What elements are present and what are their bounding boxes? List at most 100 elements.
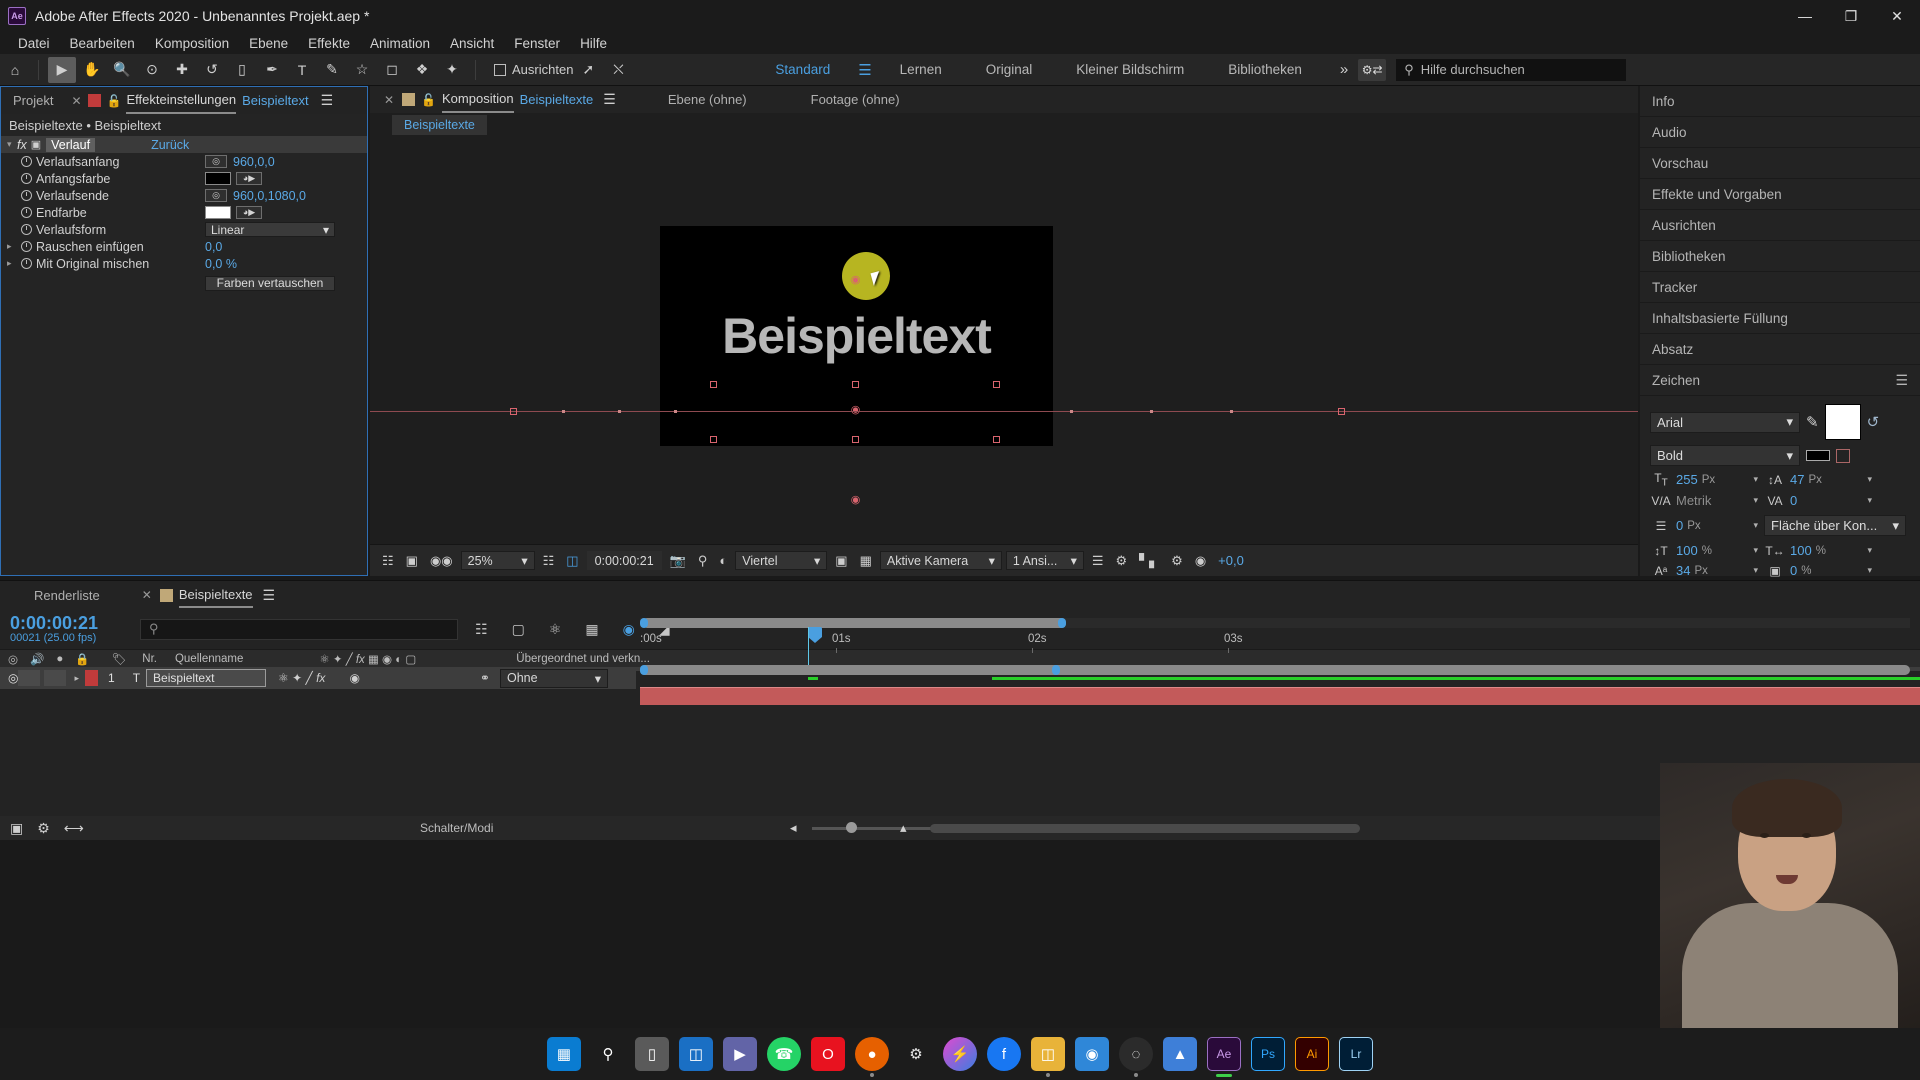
panel-menu-icon[interactable]: ☰ — [321, 92, 334, 109]
point-picker-icon[interactable]: ◎ — [205, 155, 227, 168]
stopwatch-icon[interactable] — [21, 156, 32, 167]
no-color-icon[interactable] — [1836, 448, 1850, 463]
motion-path-endpoint[interactable] — [510, 408, 517, 415]
workspace-original[interactable]: Original — [964, 58, 1055, 81]
layer-visibility-icon[interactable]: ◎ — [0, 671, 18, 685]
shape-tool-icon[interactable]: ▯ — [228, 57, 256, 83]
font-style-select[interactable]: Bold ▾ — [1650, 445, 1800, 466]
layer-expand-icon[interactable]: ▸ — [66, 673, 79, 684]
type-tool-icon[interactable]: T — [288, 57, 316, 83]
eyedropper-icon[interactable]: ◕▶ — [236, 206, 262, 219]
hand-tool-icon[interactable]: ✋ — [78, 57, 106, 83]
pixel-aspect-icon[interactable]: ☰ — [1088, 551, 1108, 571]
layer-solo-cell[interactable] — [44, 670, 67, 686]
stopwatch-icon[interactable] — [21, 173, 32, 184]
mask-feather-icon[interactable]: ⛌ — [604, 57, 632, 83]
grid-guides-icon[interactable]: ☷ — [539, 551, 559, 571]
composition-mini-flowchart-icon[interactable]: ☷ — [468, 621, 495, 638]
binoculars-icon[interactable]: ◉◉ — [426, 551, 457, 571]
camera-select[interactable]: Aktive Kamera ▾ — [879, 551, 1002, 570]
stopwatch-icon[interactable] — [21, 207, 32, 218]
eyedropper-icon[interactable]: ✎ — [1806, 413, 1819, 431]
exposure-icon[interactable]: ◉ — [1191, 551, 1210, 571]
swap-colors-icon[interactable]: ↺ — [1867, 413, 1880, 431]
parent-pickwhip-icon[interactable]: ⚭ — [360, 671, 490, 685]
illustrator-icon[interactable]: Ai — [1295, 1037, 1329, 1071]
comp-flowchart-view-icon[interactable]: ⚙ — [1167, 551, 1187, 571]
center-anchor-icon[interactable] — [850, 404, 861, 415]
brush-tool-icon[interactable]: ✎ — [318, 57, 346, 83]
workspace-lernen[interactable]: Lernen — [878, 58, 964, 81]
workspace-kleiner-bildschirm[interactable]: Kleiner Bildschirm — [1054, 58, 1206, 81]
comp-flowchart-icon[interactable]: ☷ — [378, 551, 398, 571]
fast-preview-icon[interactable]: ⚙ — [1112, 551, 1132, 571]
workspace-standard[interactable]: Standard — [753, 58, 852, 81]
selection-handle[interactable] — [852, 436, 859, 443]
messenger-icon[interactable]: ⚡ — [943, 1037, 977, 1071]
maximize-button[interactable]: ❐ — [1828, 0, 1874, 32]
panel-tracker[interactable]: Tracker — [1640, 272, 1920, 303]
pan-tool-icon[interactable]: ✚ — [168, 57, 196, 83]
chevron-down-icon[interactable]: ▾ — [1753, 545, 1758, 556]
layer-name-input[interactable]: Beispieltext — [146, 669, 267, 687]
zoom-in-icon[interactable]: ▴ — [900, 820, 907, 836]
stopwatch-icon[interactable] — [21, 258, 32, 269]
frame-blending-icon[interactable]: ▦ — [578, 621, 605, 638]
selection-handle[interactable] — [852, 381, 859, 388]
audio-icon[interactable]: 🔊 — [18, 652, 44, 666]
zoom-tool-icon[interactable]: 🔍 — [108, 57, 136, 83]
layer-clip-bar[interactable] — [640, 687, 1920, 705]
workspace-menu-icon[interactable]: ☰ — [852, 61, 877, 79]
gradient-shape-select[interactable]: Linear ▾ — [205, 222, 335, 237]
clone-stamp-icon[interactable]: ☆ — [348, 57, 376, 83]
menu-effekte[interactable]: Effekte — [298, 34, 360, 53]
chevron-down-icon[interactable]: ▾ — [1753, 565, 1758, 576]
timeline-graph-icon[interactable]: ▘▖ — [1135, 551, 1163, 571]
fill-color-swatch[interactable] — [1824, 404, 1861, 440]
effect-enable-icon[interactable]: ▣ — [31, 138, 41, 151]
chevron-down-icon[interactable]: ▾ — [1753, 495, 1758, 506]
hide-shy-layers-icon[interactable]: ⚛ — [542, 621, 569, 638]
blender-icon[interactable]: ⚙ — [899, 1037, 933, 1071]
bottom-anchor-icon[interactable] — [850, 494, 861, 505]
tab-close-icon[interactable]: ✕ — [65, 94, 87, 108]
teams-icon[interactable]: ▶ — [723, 1037, 757, 1071]
selection-tool-icon[interactable]: ▶ — [48, 56, 76, 83]
explorer-icon[interactable]: ◫ — [1031, 1037, 1065, 1077]
horizontal-scale-field[interactable]: T↔ 100 % ▾ — [1764, 543, 1872, 558]
point-picker-icon[interactable]: ◎ — [205, 189, 227, 202]
panel-zeichen[interactable]: Zeichen ☰ — [1640, 365, 1920, 396]
property-value[interactable]: 0,0 — [205, 240, 222, 254]
chevron-down-icon[interactable]: ▾ — [1867, 565, 1872, 576]
panel-vorschau[interactable]: Vorschau — [1640, 148, 1920, 179]
comp-render-icon[interactable]: ▣ — [10, 820, 23, 837]
top-anchor-icon[interactable] — [850, 274, 861, 285]
stroke-width-field[interactable]: ☰ 0 Px ▾ — [1650, 518, 1758, 533]
transparency-grid-icon[interactable]: ▦ — [856, 551, 876, 571]
horizontal-scrollbar[interactable] — [930, 824, 1360, 833]
baseline-shift-field[interactable]: Aᵃ 34 Px ▾ — [1650, 563, 1758, 578]
tab-beispieltexte[interactable]: Beispieltexte — [178, 582, 253, 608]
puppet-tool-icon[interactable]: ✦ — [438, 57, 466, 83]
timeline-ruler[interactable]: :00s 01s 02s 03s — [636, 609, 1920, 671]
property-value[interactable]: 960,0,1080,0 — [233, 189, 306, 203]
tab-renderliste[interactable]: Renderliste — [0, 582, 112, 608]
expand-icon[interactable]: ▸ — [7, 241, 17, 252]
tracking-field[interactable]: VA 0 ▾ — [1764, 493, 1872, 508]
end-color-swatch[interactable] — [205, 206, 231, 219]
video-visibility-icon[interactable]: ◎ — [0, 652, 18, 666]
tab-komposition[interactable]: Komposition — [442, 87, 514, 113]
comp-tab-close-icon[interactable]: ✕ — [370, 93, 402, 107]
timeline-current-time[interactable]: 0:00:00:21 — [10, 614, 130, 632]
property-value[interactable]: 960,0,0 — [233, 155, 275, 169]
stroke-color-swatch[interactable] — [1806, 450, 1830, 461]
pen-tool-icon[interactable]: ✒ — [258, 57, 286, 83]
timeline-panel-menu-icon[interactable]: ☰ — [263, 587, 276, 604]
layer-label-color[interactable] — [85, 670, 99, 686]
views-select[interactable]: 1 Ansi... ▾ — [1005, 551, 1084, 570]
duration-end-handle[interactable] — [1052, 665, 1060, 675]
orbit-tool-icon[interactable]: ⊙ — [138, 57, 166, 83]
lightroom-icon[interactable]: Lr — [1339, 1037, 1373, 1071]
leading-field[interactable]: ↕A 47 Px ▾ — [1764, 472, 1872, 487]
opera-icon[interactable]: O — [811, 1037, 845, 1071]
